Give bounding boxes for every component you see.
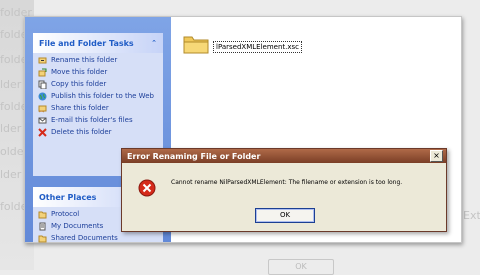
task-move-folder[interactable]: Move this folder xyxy=(38,68,158,77)
documents-icon xyxy=(39,222,46,231)
rename-icon xyxy=(38,57,47,64)
globe-icon xyxy=(38,92,47,101)
move-icon xyxy=(38,68,47,77)
background-label: lder xyxy=(0,78,22,91)
delete-icon xyxy=(38,128,47,137)
task-share-folder[interactable]: Share this folder xyxy=(38,104,158,113)
shared-folder-icon xyxy=(38,235,47,243)
file-folder-tasks-title: File and Folder Tasks xyxy=(39,38,134,48)
task-publish-folder[interactable]: Publish this folder to the Web xyxy=(38,92,158,101)
background-label: lder xyxy=(0,168,22,181)
file-folder-tasks-header[interactable]: File and Folder Tasks ⌃ xyxy=(33,33,163,53)
error-icon xyxy=(138,179,156,197)
ok-button[interactable]: OK xyxy=(255,208,315,223)
background-label: lder xyxy=(0,122,22,135)
other-places-title: Other Places xyxy=(39,192,97,202)
copy-icon xyxy=(38,80,47,89)
error-message: Cannot rename NilParsedXMLElement: The f… xyxy=(171,179,403,186)
error-dialog: Error Renaming File or Folder × Cannot r… xyxy=(121,148,447,232)
folder-icon xyxy=(38,211,47,219)
dialog-title: Error Renaming File or Folder xyxy=(127,151,261,161)
task-rename-folder[interactable]: Rename this folder xyxy=(38,56,158,65)
share-icon xyxy=(38,105,47,113)
dialog-titlebar[interactable]: Error Renaming File or Folder × xyxy=(122,149,446,163)
background-ok-button: OK xyxy=(268,259,334,275)
mail-icon xyxy=(38,117,47,124)
folder-name-edit[interactable]: lParsedXMLElement.xsc xyxy=(213,41,302,53)
place-shared-documents[interactable]: Shared Documents xyxy=(38,234,158,243)
close-button[interactable]: × xyxy=(430,150,443,162)
background-label: Ext xyxy=(463,209,480,222)
task-delete-folder[interactable]: Delete this folder xyxy=(38,128,158,137)
task-copy-folder[interactable]: Copy this folder xyxy=(38,80,158,89)
folder-icon[interactable] xyxy=(183,34,209,54)
chevron-up-icon[interactable]: ⌃ xyxy=(151,39,157,47)
task-email-folder[interactable]: E-mail this folder's files xyxy=(38,116,158,125)
